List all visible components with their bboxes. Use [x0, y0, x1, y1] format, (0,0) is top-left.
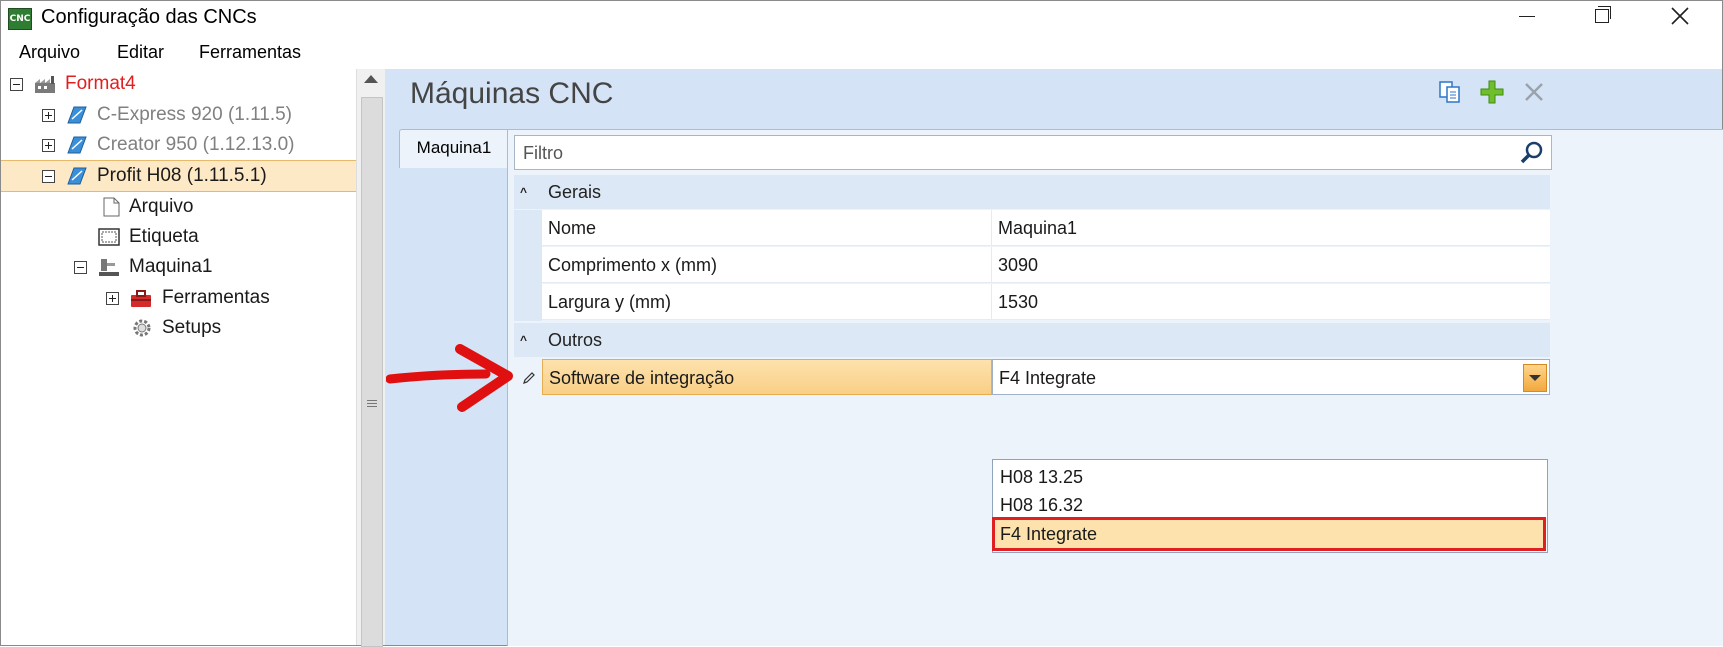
red-arrow-annotation [386, 344, 513, 412]
tree-label-ferramentas: Ferramentas [162, 287, 270, 308]
category-label: Outros [548, 330, 603, 350]
window-title: Configuração das CNCs [41, 6, 257, 28]
chevron-up-icon[interactable]: ^ [520, 175, 527, 209]
tree-item-setups[interactable]: Setups [1, 313, 356, 343]
scroll-up-icon[interactable] [364, 75, 378, 83]
close-icon [1671, 7, 1689, 25]
factory-icon [35, 76, 55, 93]
property-name: Comprimento x (mm) [542, 247, 992, 283]
tree-item-arquivo[interactable]: Arquivo [1, 192, 356, 222]
cnc-machine-icon [67, 106, 87, 124]
property-row-nome[interactable]: Nome Maquina1 [514, 210, 1550, 247]
tree-item-etiqueta[interactable]: Etiqueta [1, 222, 356, 252]
property-value[interactable]: Maquina1 [992, 210, 1550, 246]
tree-label-format4: Format4 [65, 73, 136, 94]
title-bar: CNC Configuração das CNCs [1, 1, 1722, 35]
restore-icon [1595, 9, 1609, 23]
tree-item-ferramentas[interactable]: Ferramentas [1, 283, 356, 313]
menu-bar: Arquivo Editar Ferramentas [1, 35, 1722, 69]
dropdown-option[interactable]: H08 13.25 [995, 463, 1543, 491]
selected-value: F4 Integrate [999, 368, 1097, 388]
collapse-icon[interactable] [74, 261, 87, 274]
scroll-thumb[interactable] [361, 97, 383, 647]
property-name: Largura y (mm) [542, 284, 992, 320]
copy-icon[interactable] [1437, 79, 1463, 105]
category-label: Gerais [548, 182, 602, 202]
tree-label-etiqueta: Etiqueta [129, 226, 199, 247]
software-dropdown-list: H08 13.25 H08 16.32 F4 Integrate [992, 459, 1548, 553]
gear-icon [133, 319, 151, 337]
machine-icon [99, 259, 119, 276]
property-value[interactable]: 1530 [992, 284, 1550, 320]
collapse-icon[interactable] [42, 170, 55, 183]
tree-item-format4[interactable]: Format4 [1, 69, 356, 99]
machines-panel: Máquinas CNC Maquina1 ^ [385, 69, 1723, 646]
cnc-machine-icon [67, 167, 87, 185]
tree-item-maquina1[interactable]: Maquina1 [1, 252, 356, 282]
property-row-software[interactable]: Software de integração F4 Integrate [514, 359, 1550, 396]
app-window: CNC Configuração das CNCs Arquivo Editar… [0, 0, 1723, 647]
category-outros[interactable]: ^ Outros [514, 323, 1550, 357]
chevron-down-icon [1529, 375, 1541, 381]
maximize-button[interactable] [1573, 1, 1629, 31]
chevron-up-icon[interactable]: ^ [520, 323, 527, 357]
tree-label-creator: Creator 950 (1.12.13.0) [97, 134, 295, 155]
dropdown-button[interactable] [1523, 364, 1547, 392]
tree-scrollbar[interactable] [356, 69, 385, 647]
tree-item-profit-h08[interactable]: Profit H08 (1.11.5.1) [1, 160, 356, 192]
software-select[interactable]: F4 Integrate [992, 359, 1550, 395]
minimize-button[interactable] [1498, 1, 1554, 31]
tree-label-setups: Setups [162, 317, 222, 338]
property-grid-container: ^ Gerais Nome Maquina1 Comprimento x (mm… [507, 129, 1723, 646]
menu-arquivo[interactable]: Arquivo [19, 42, 80, 63]
cnc-app-icon: CNC [8, 8, 32, 30]
tree-item-c-express[interactable]: C-Express 920 (1.11.5) [1, 100, 356, 130]
minimize-icon [1519, 16, 1535, 17]
add-icon[interactable] [1479, 79, 1505, 105]
tree-label-profit-h08: Profit H08 (1.11.5.1) [97, 165, 267, 186]
tab-maquina1[interactable]: Maquina1 [399, 129, 508, 168]
tree-label-maquina1: Maquina1 [129, 256, 213, 277]
collapse-icon[interactable] [10, 78, 23, 91]
close-button[interactable] [1652, 1, 1708, 31]
menu-ferramentas[interactable]: Ferramentas [199, 42, 301, 63]
search-icon[interactable] [1519, 140, 1545, 166]
file-icon [103, 197, 120, 217]
page-title: Máquinas CNC [410, 77, 614, 110]
dropdown-option[interactable]: H08 16.32 [995, 491, 1543, 519]
expand-icon[interactable] [42, 139, 55, 152]
menu-editar[interactable]: Editar [117, 42, 164, 63]
expand-icon[interactable] [106, 292, 119, 305]
property-name: Software de integração [542, 359, 992, 395]
delete-icon[interactable] [1521, 79, 1547, 105]
tree-item-creator[interactable]: Creator 950 (1.12.13.0) [1, 130, 356, 160]
toolbox-icon [131, 290, 151, 307]
dropdown-option-selected[interactable]: F4 Integrate [992, 517, 1546, 551]
property-value[interactable]: 3090 [992, 247, 1550, 283]
edit-pencil-icon [523, 372, 535, 384]
property-row-largura[interactable]: Largura y (mm) 1530 [514, 284, 1550, 321]
label-icon [98, 228, 120, 246]
property-row-comprimento[interactable]: Comprimento x (mm) 3090 [514, 247, 1550, 284]
cnc-machine-icon [67, 136, 87, 154]
property-name: Nome [542, 210, 992, 246]
expand-icon[interactable] [42, 109, 55, 122]
machine-tree: Format4 C-Express 920 (1.11.5) Creator 9… [1, 69, 357, 645]
filter-input[interactable] [521, 140, 1505, 166]
tree-label-arquivo: Arquivo [129, 196, 194, 217]
tree-label-c-express: C-Express 920 (1.11.5) [97, 104, 293, 125]
category-gerais[interactable]: ^ Gerais [514, 175, 1550, 209]
filter-box [514, 135, 1552, 170]
